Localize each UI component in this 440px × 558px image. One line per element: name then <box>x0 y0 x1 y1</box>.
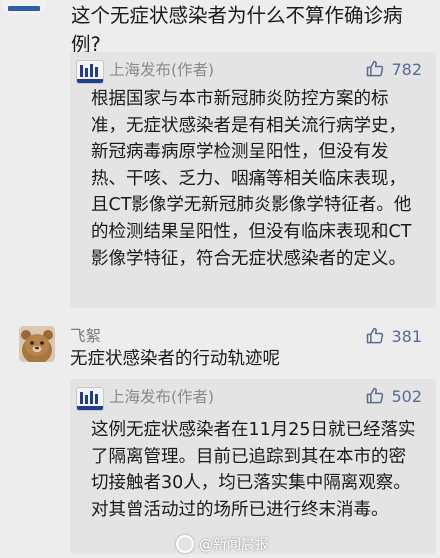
author-reply-2: 上海发布(作者) 502 这例无症状感染者在11月25日就已经落实了隔离管理。目… <box>70 379 436 554</box>
commenter-avatar[interactable] <box>19 326 55 362</box>
watermark: @新闻晨报 <box>176 534 269 554</box>
reply-author-name[interactable]: 上海发布(作者) <box>109 60 214 80</box>
reply-text: 根据国家与本市新冠肺炎防控方案的标准，无症状感染者是有相关流行病学史，新冠病毒病… <box>91 89 412 269</box>
author-avatar-top[interactable] <box>2 0 46 14</box>
author-reply-1: 上海发布(作者) 782 根据国家与本市新冠肺炎防控方案的标准，无症状感染者是有… <box>70 52 436 308</box>
weibo-logo-icon <box>176 535 194 553</box>
reply-text: 这例无症状感染者在11月25日就已经落实了隔离管理。目前已追踪到其在本市的密切接… <box>91 420 416 520</box>
like-count: 782 <box>391 59 422 79</box>
thumbs-up-icon <box>367 60 384 77</box>
like-button[interactable]: 502 <box>365 386 422 406</box>
commenter-name[interactable]: 飞絮 <box>70 324 101 346</box>
shanghai-fabu-logo[interactable] <box>76 60 104 84</box>
shanghai-fabu-logo[interactable] <box>76 387 104 411</box>
thumbs-up-icon <box>367 327 384 344</box>
like-count: 381 <box>391 326 422 346</box>
like-button[interactable]: 782 <box>365 59 422 79</box>
reply-author-name[interactable]: 上海发布(作者) <box>109 387 214 407</box>
question-text: 这个无症状感染者为什么不算作确诊病例? <box>71 4 403 56</box>
like-count: 502 <box>391 386 422 406</box>
comment-like-button[interactable]: 381 <box>365 326 422 346</box>
thumbs-up-icon <box>367 387 384 404</box>
watermark-text: @新闻晨报 <box>199 537 269 553</box>
comment-text: 无症状感染者的行动轨迹呢 <box>70 349 280 369</box>
